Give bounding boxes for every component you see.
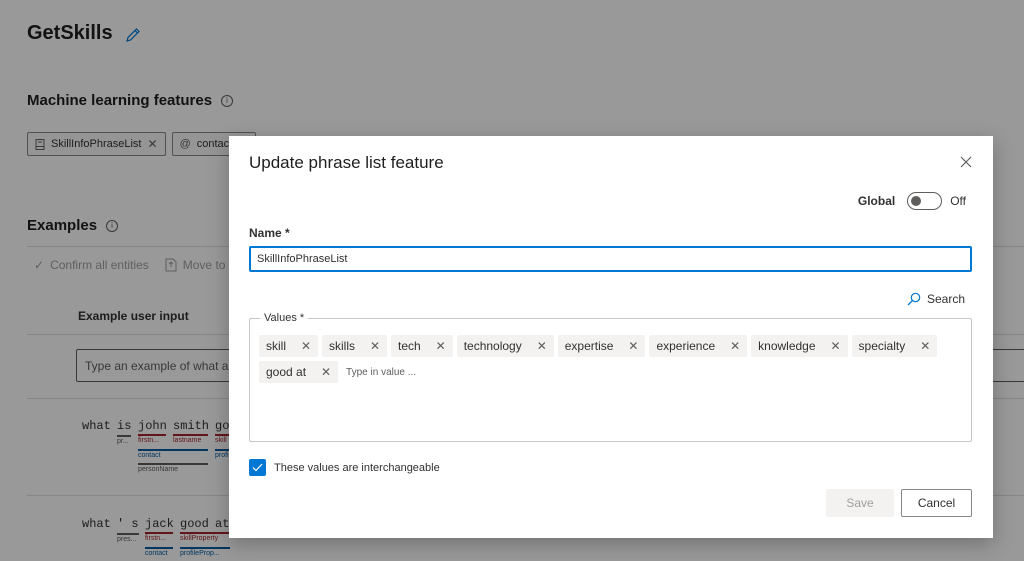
value-chip[interactable]: skill ✕ [259, 335, 318, 357]
remove-value-icon[interactable]: ✕ [723, 339, 747, 353]
global-toggle-state: Off [950, 194, 966, 208]
value-chip[interactable]: good at ✕ [259, 361, 339, 383]
global-label: Global [857, 194, 896, 208]
remove-value-icon[interactable]: ✕ [294, 339, 318, 353]
values-label: Values * [260, 312, 309, 324]
name-input[interactable] [249, 246, 972, 272]
value-chip[interactable]: expertise ✕ [557, 335, 646, 357]
search-icon [907, 292, 921, 306]
search-label: Search [926, 292, 965, 306]
value-chip[interactable]: experience ✕ [649, 335, 748, 357]
interchangeable-checkbox[interactable] [249, 459, 266, 476]
remove-value-icon[interactable]: ✕ [429, 339, 453, 353]
close-button[interactable] [957, 153, 975, 171]
values-field: Values * skill ✕ skills ✕ tech ✕ technology ✕ ex… [249, 312, 972, 442]
update-phrase-list-dialog: Update phrase list feature Global Off Na… [229, 136, 993, 538]
toggle-knob [911, 196, 922, 206]
value-chip-label: experience [656, 339, 716, 353]
value-chip-label: knowledge [758, 339, 816, 353]
value-chip[interactable]: specialty ✕ [851, 335, 938, 357]
remove-value-icon[interactable]: ✕ [530, 339, 554, 353]
values-chip-list: skill ✕ skills ✕ tech ✕ technology ✕ expertise ✕ e… [259, 335, 961, 383]
value-chip[interactable]: knowledge ✕ [751, 335, 848, 357]
interchangeable-label: These values are interchangeable [274, 461, 440, 474]
interchangeable-row: These values are interchangeable [249, 459, 440, 476]
value-chip-label: specialty [858, 339, 906, 353]
value-input[interactable] [342, 361, 463, 383]
remove-value-icon[interactable]: ✕ [621, 339, 645, 353]
save-button[interactable]: Save [826, 489, 894, 517]
value-chip-label: skills [329, 339, 355, 353]
value-chip-label: tech [398, 339, 421, 353]
name-label: Name * [249, 226, 290, 240]
remove-value-icon[interactable]: ✕ [363, 339, 387, 353]
remove-value-icon[interactable]: ✕ [824, 339, 848, 353]
checkmark-icon [252, 463, 263, 472]
value-chip-label: skill [266, 339, 286, 353]
dialog-title: Update phrase list feature [249, 153, 444, 172]
global-toggle-row: Global Off [858, 192, 966, 210]
value-chip[interactable]: tech ✕ [391, 335, 453, 357]
search-values-button[interactable]: Search [907, 292, 965, 306]
value-chip[interactable]: skills ✕ [322, 335, 387, 357]
value-chip-label: expertise [564, 339, 614, 353]
close-icon [960, 156, 972, 168]
remove-value-icon[interactable]: ✕ [913, 339, 937, 353]
value-chip[interactable]: technology ✕ [456, 335, 554, 357]
global-toggle[interactable] [907, 192, 943, 210]
value-chip-label: good at [266, 365, 307, 379]
value-chip-label: technology [463, 339, 522, 353]
remove-value-icon[interactable]: ✕ [314, 365, 338, 379]
cancel-button[interactable]: Cancel [901, 489, 972, 517]
